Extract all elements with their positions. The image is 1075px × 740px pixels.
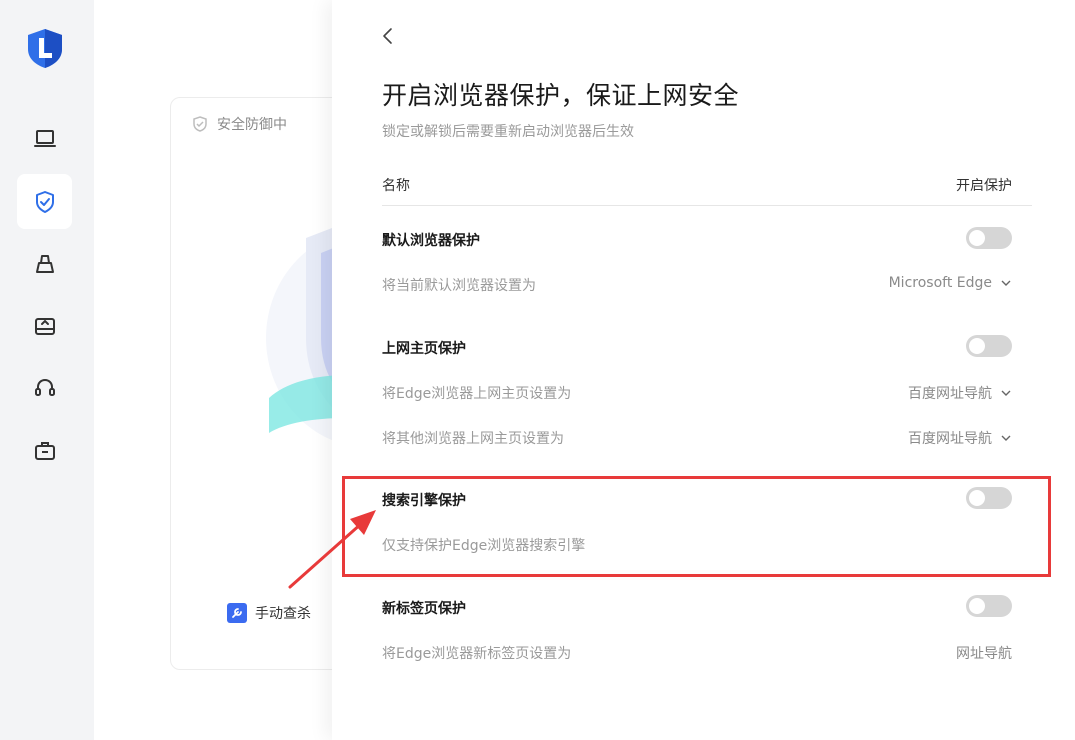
toolbox-icon (34, 441, 55, 460)
default-browser-row-label: 将当前默认浏览器设置为 (382, 278, 536, 294)
status-label: 安全防御中 (191, 114, 287, 134)
nav-item-computer[interactable] (17, 111, 72, 166)
wrench-icon (227, 603, 247, 623)
search-engine-row-label: 仅支持保护Edge浏览器搜索引擎 (382, 538, 586, 554)
default-browser-dropdown[interactable]: Microsoft Edge (889, 275, 1012, 291)
annotation-arrow-icon (288, 510, 376, 589)
edge-homepage-row-label: 将Edge浏览器上网主页设置为 (382, 386, 572, 402)
column-header-enable: 开启保护 (956, 178, 1012, 194)
nav-item-cleanup[interactable] (17, 236, 72, 291)
nav-item-protection[interactable] (17, 174, 72, 229)
new-tab-row-label: 将Edge浏览器新标签页设置为 (382, 646, 572, 662)
drive-upload-icon (34, 317, 55, 335)
nav-item-drive[interactable] (17, 298, 72, 353)
page-subtitle: 锁定或解锁后需要重新启动浏览器后生效 (382, 124, 634, 140)
default-browser-protection-toggle[interactable] (966, 227, 1012, 249)
shield-outline-icon (193, 116, 207, 132)
search-engine-protection-toggle[interactable] (966, 487, 1012, 509)
new-tab-value: 网址导航 (956, 646, 1012, 662)
toggle-knob (969, 598, 985, 614)
nav-rail (0, 0, 94, 740)
toggle-knob (969, 230, 985, 246)
new-tab-protection-toggle[interactable] (966, 595, 1012, 617)
other-homepage-row-label: 将其他浏览器上网主页设置为 (382, 431, 564, 447)
chevron-down-icon (1001, 390, 1011, 396)
chevron-down-icon (1001, 280, 1011, 286)
default-browser-protection-title: 默认浏览器保护 (382, 233, 480, 249)
app-window: 安全防御中 手动查杀 开启浏览器保护，保证上网安全 锁定或解锁后需要重新启动浏览… (0, 0, 1075, 740)
shield-check-icon (35, 190, 54, 213)
nav-item-toolbox[interactable] (17, 423, 72, 478)
browser-protection-panel: 开启浏览器保护，保证上网安全 锁定或解锁后需要重新启动浏览器后生效 名称 开启保… (332, 0, 1075, 740)
manual-scan-button[interactable]: 手动查杀 (227, 603, 311, 623)
homepage-protection-toggle[interactable] (966, 335, 1012, 357)
homepage-protection-title: 上网主页保护 (382, 341, 466, 357)
broom-icon (35, 254, 54, 273)
toggle-knob (969, 490, 985, 506)
back-arrow-icon[interactable] (378, 26, 398, 46)
chevron-down-icon (1001, 435, 1011, 441)
header-divider (382, 205, 1032, 206)
edge-homepage-dropdown[interactable]: 百度网址导航 (908, 383, 1012, 403)
column-header-name: 名称 (382, 178, 410, 194)
new-tab-protection-title: 新标签页保护 (382, 601, 466, 617)
nav-item-support[interactable] (17, 360, 72, 415)
app-logo-icon (24, 27, 66, 69)
page-title: 开启浏览器保护，保证上网安全 (382, 81, 740, 110)
other-homepage-dropdown[interactable]: 百度网址导航 (908, 428, 1012, 448)
search-engine-protection-title: 搜索引擎保护 (382, 493, 466, 509)
toggle-knob (969, 338, 985, 354)
laptop-icon (33, 129, 56, 147)
headset-icon (34, 378, 55, 396)
